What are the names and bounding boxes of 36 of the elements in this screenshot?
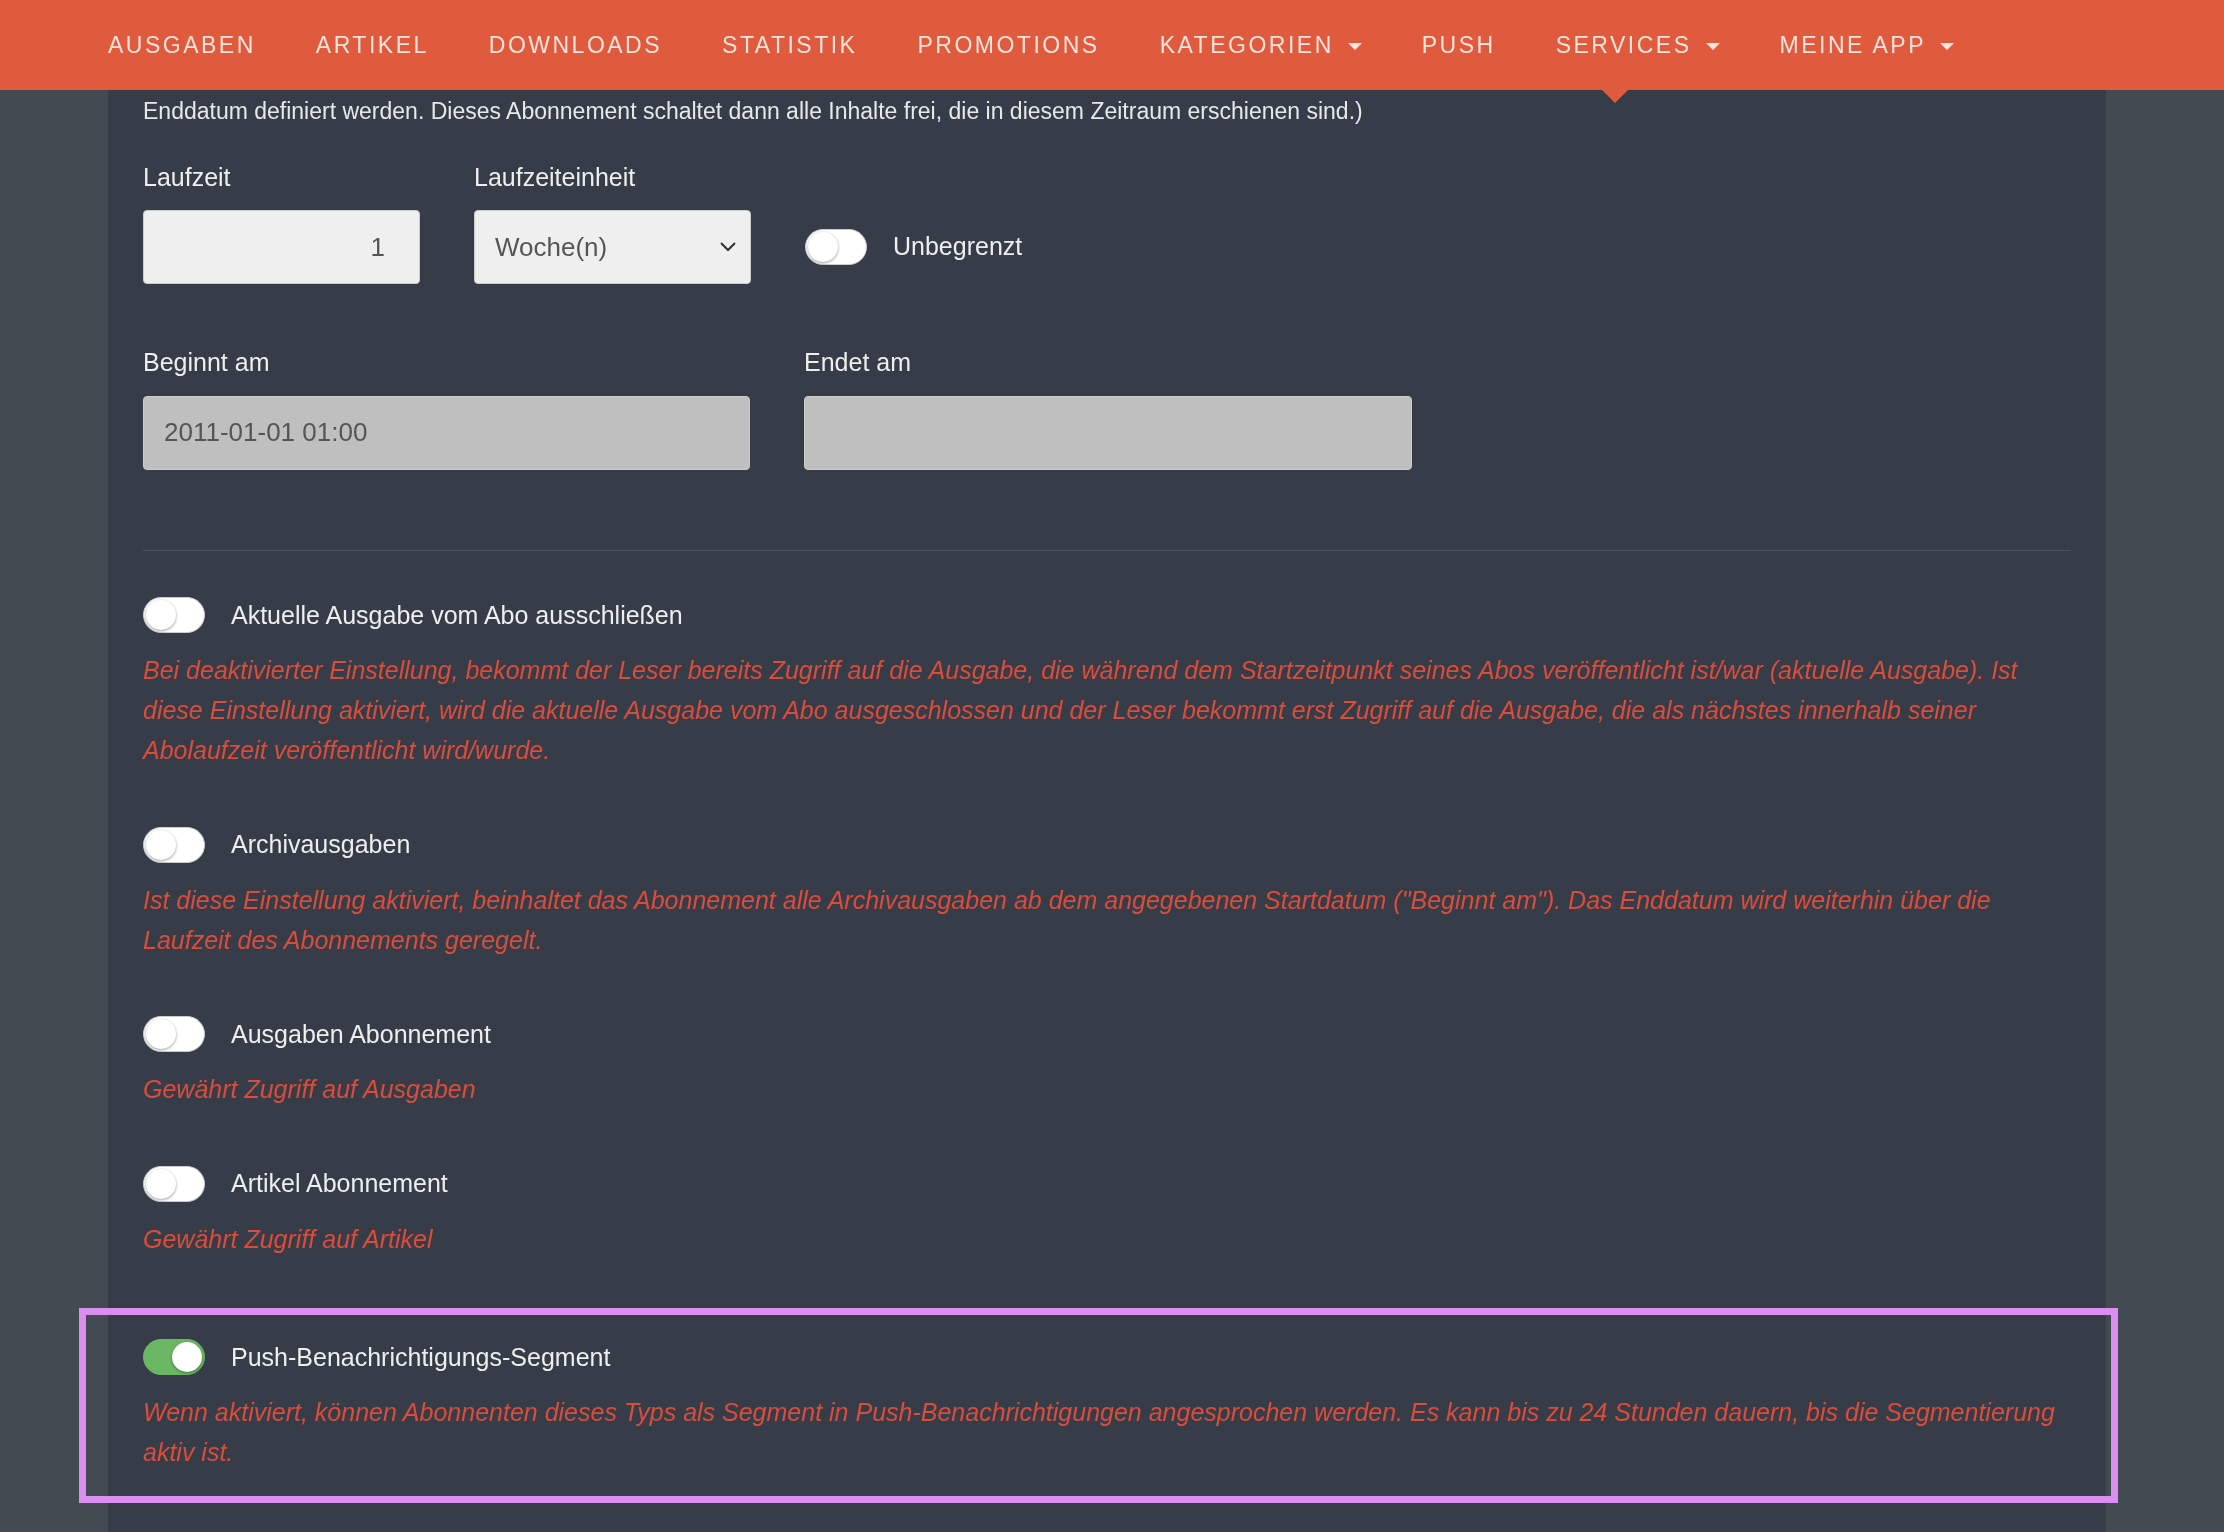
nav-link[interactable]: PUSH [1421, 27, 1496, 63]
intro-text: Enddatum definiert werden. Dieses Abonnement schaltet dann alle Inhalte frei, die in diesem Zeitraum erschienen sind.) [143, 97, 1363, 126]
option-description: Gewährt Zugriff auf Artikel [143, 1223, 434, 1255]
toggle-switch[interactable] [143, 1339, 205, 1376]
toggle-switch[interactable] [805, 229, 867, 265]
field-label: Laufzeiteinheit [474, 161, 637, 193]
option-description: Wenn aktiviert, können Abonnenten dieses Typs als Segment in Push-Benachrichtigungen angesprochen werden. Es kann bis zu 24 Stunden dauern, bis die Segmentierung aktiv ist. [143, 1397, 2056, 1468]
unit-select[interactable]: Woche(n) [474, 210, 751, 284]
nav-link[interactable]: STATISTIK [722, 27, 858, 63]
toggle-label: Aktuelle Ausgabe vom Abo ausschließen [231, 599, 683, 631]
nav-link[interactable]: PROMOTIONS [917, 27, 1100, 63]
start-date-field[interactable]: 2011-01-01 01:00 [143, 395, 750, 470]
nav-link[interactable]: AUSGABEN [108, 27, 256, 63]
toggle-label: Push-Benachrichtigungs-Segment [231, 1341, 611, 1373]
toggle-label: Artikel Abonnement [231, 1168, 448, 1199]
field-label: Laufzeit [143, 161, 232, 193]
toggle-switch[interactable] [143, 1165, 205, 1202]
end-date-field[interactable] [804, 395, 1412, 470]
nav-dropdown[interactable]: KATEGORIEN [1159, 27, 1362, 63]
nav-dropdown[interactable]: MEINE APP [1779, 27, 1955, 63]
chevron-down-icon [720, 242, 736, 252]
toggle-switch[interactable] [143, 597, 205, 634]
toggle-label: Ausgaben Abonnement [231, 1018, 491, 1050]
nav-link[interactable]: DOWNLOADS [488, 27, 663, 63]
option-description: Ist diese Einstellung aktiviert, beinhaltet das Abonnement alle Archivausgaben ab dem angegebenen Startdatum ("Beginnt am"). Das Enddatum wird weiterhin über die Laufzeit des Abonnements geregelt. [143, 884, 1992, 956]
field-label: Endet am [804, 347, 912, 378]
option-description: Gewährt Zugriff auf Ausgaben [143, 1074, 477, 1105]
nav-dropdown[interactable]: SERVICES [1555, 27, 1720, 63]
field-label: Beginnt am [143, 347, 271, 378]
option-description: Bei deaktivierter Einstellung, bekommt der Leser bereits Zugriff auf die Ausgabe, die während dem Startzeitpunkt seines Abos veröffentlicht ist/war (aktuelle Ausgabe). Ist diese Einstellung aktiviert, wird die aktuelle Ausgabe vom Abo ausgeschlossen und der Leser bekommt erst Zugriff auf die Ausgabe, die als nächstes innerhalb seiner Abolaufzeit veröffentlicht wird/wurde. [143, 655, 2020, 766]
toggle-label: Unbegrenzt [893, 231, 1023, 263]
toggle-switch[interactable] [143, 826, 205, 863]
duration-field[interactable]: 1 [143, 210, 420, 284]
toggle-switch[interactable] [143, 1016, 205, 1053]
toggle-label: Archivausgaben [231, 829, 411, 860]
nav-link[interactable]: ARTIKEL [315, 27, 429, 63]
